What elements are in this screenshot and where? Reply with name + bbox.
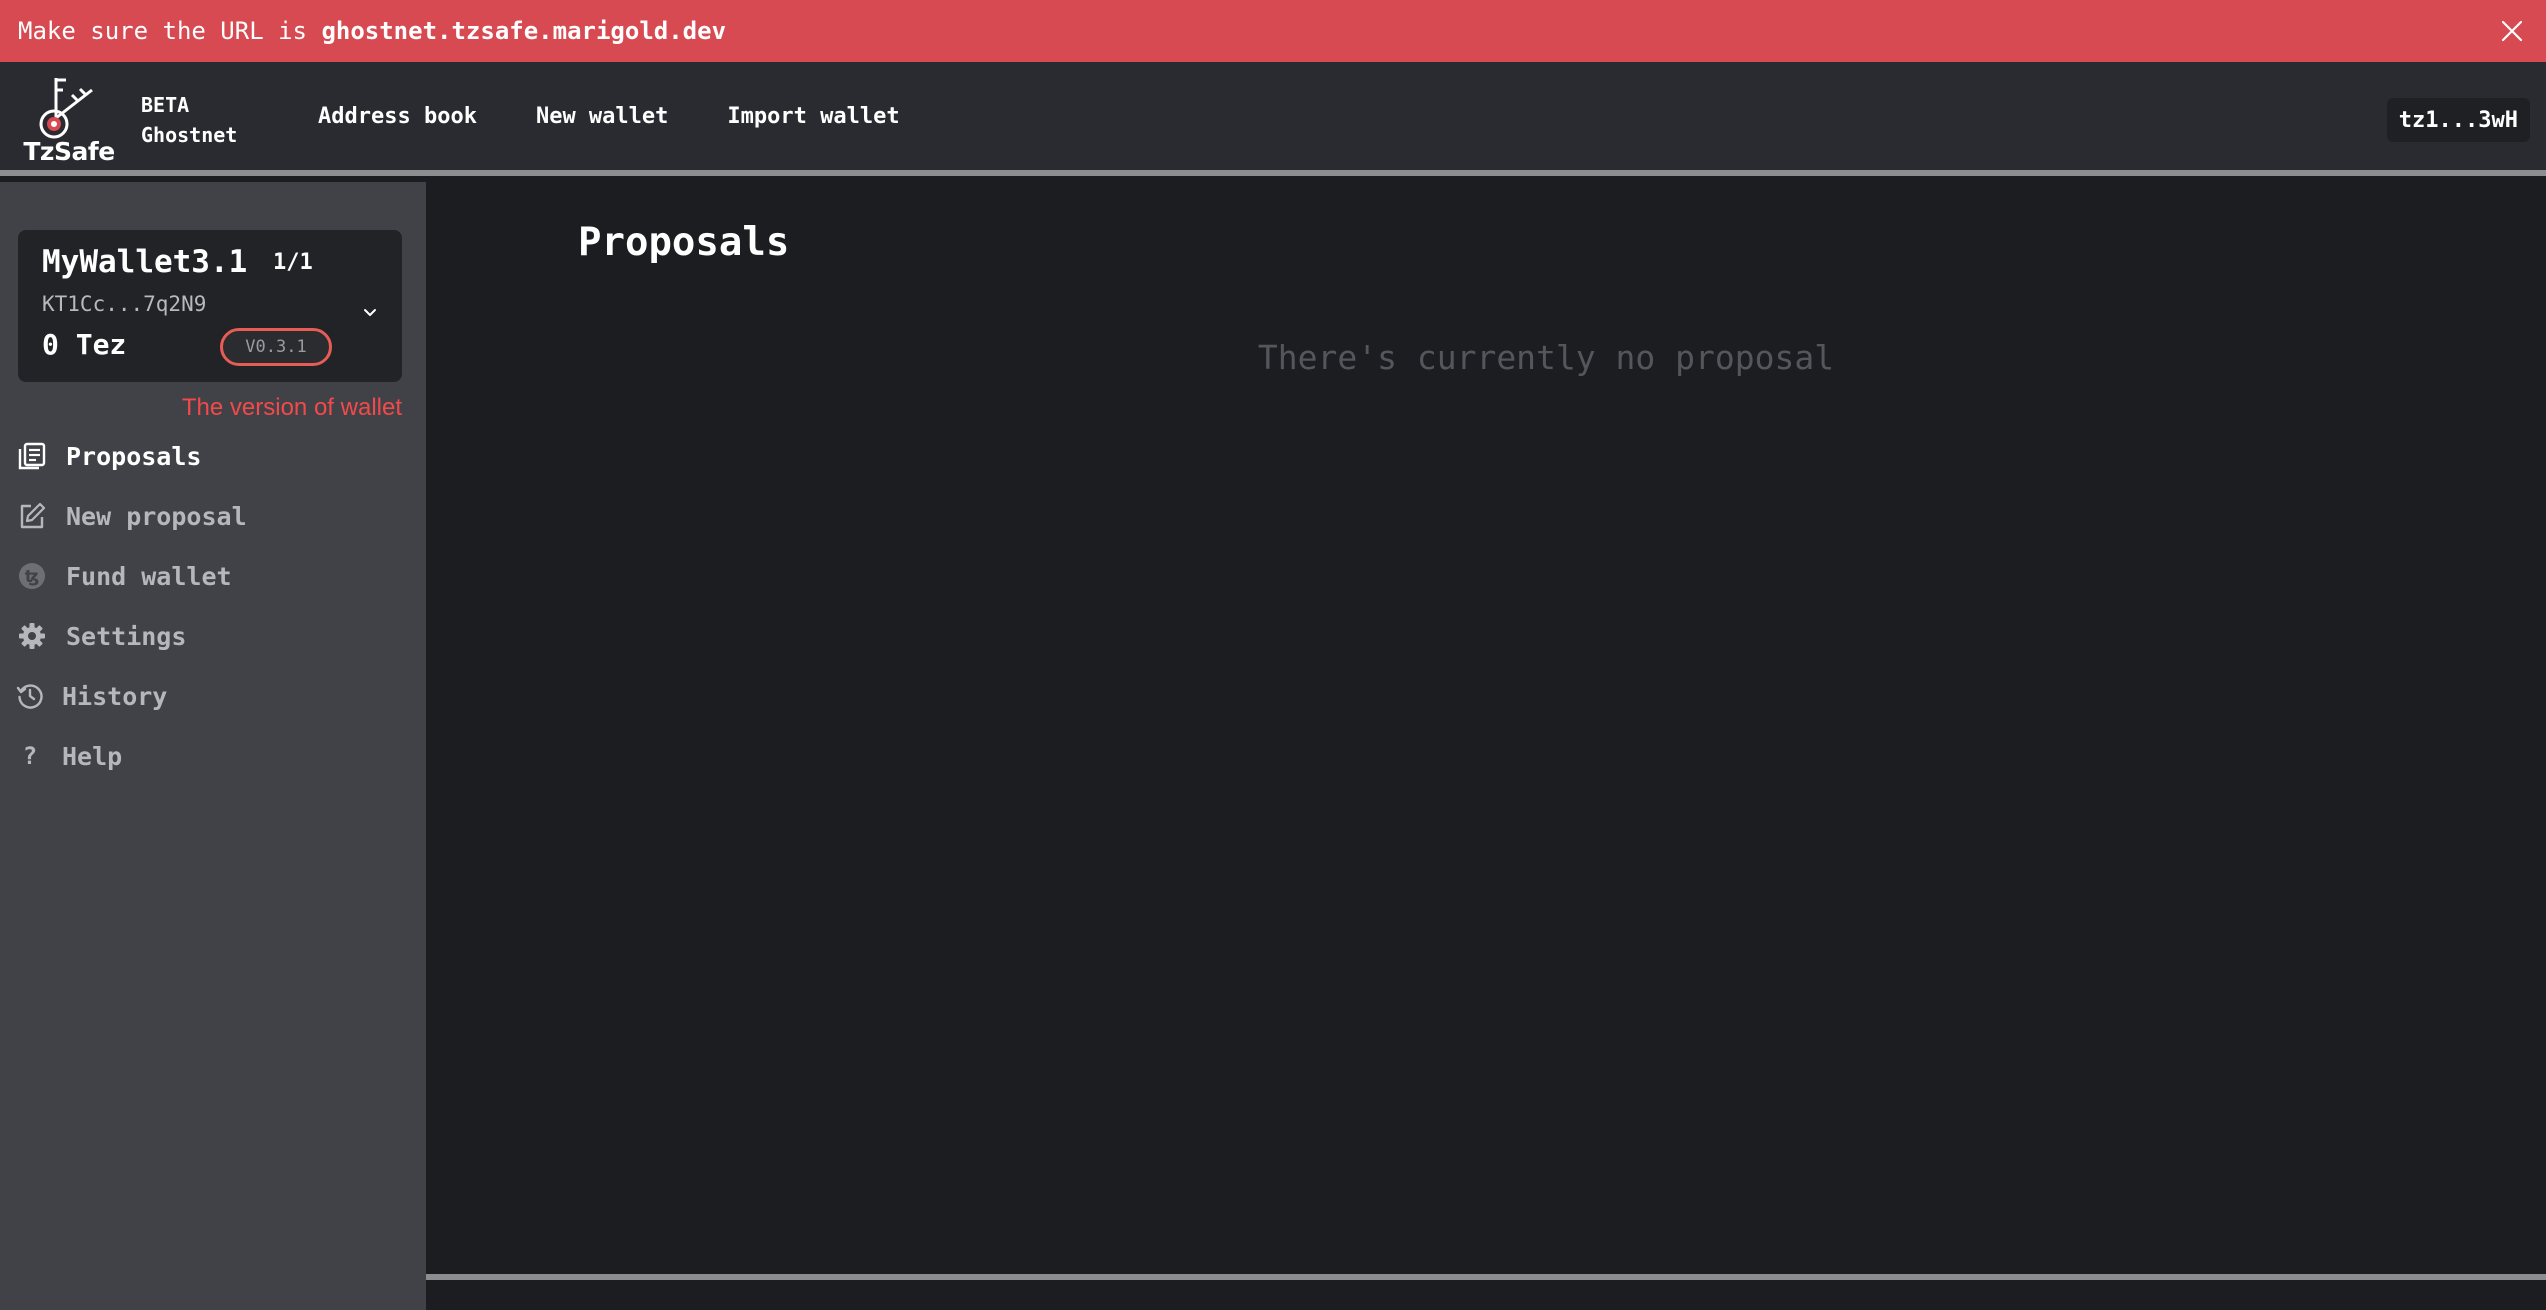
nav-address-book[interactable]: Address book [318,104,477,129]
sidebar-item-proposals[interactable]: Proposals [16,426,416,486]
banner-url: ghostnet.tzsafe.marigold.dev [321,17,727,45]
help-icon: ? [22,742,38,770]
top-header: TzSafe BETA Ghostnet Address book New wa… [0,62,2546,176]
proposals-icon [16,440,48,472]
wallet-threshold: 1/1 [273,250,313,275]
svg-text:ꜩ: ꜩ [25,567,40,587]
tzsafe-logo[interactable]: TzSafe [22,74,116,166]
banner-text: Make sure the URL is [18,17,322,45]
gear-icon [16,620,48,652]
nav-import-wallet[interactable]: Import wallet [727,104,899,129]
wallet-card[interactable]: MyWallet3.1 1/1 KT1Cc...7q2N9 0 Tez V0.3… [18,230,402,382]
main-content: Proposals There's currently no proposal [426,182,2546,1274]
sidebar-menu: Proposals New proposal ꜩ Fund wallet Set… [16,426,416,786]
nav-new-wallet[interactable]: New wallet [536,104,668,129]
sidebar-item-label: Settings [66,621,187,651]
empty-state-message: There's currently no proposal [1257,338,1835,377]
network-info: BETA Ghostnet [141,90,237,150]
network-label: Ghostnet [141,123,238,147]
chevron-down-icon[interactable] [358,300,382,324]
sidebar-item-new-proposal[interactable]: New proposal [16,486,416,546]
tez-coin-icon: ꜩ [16,560,48,592]
version-badge: V0.3.1 [220,328,332,366]
sidebar-item-label: History [62,681,168,711]
page-title: Proposals [578,220,790,265]
sidebar-item-label: Help [62,741,123,771]
edit-icon [16,500,48,532]
wallet-name: MyWallet3.1 [42,244,248,280]
wallet-address: KT1Cc...7q2N9 [42,292,207,316]
sidebar-item-fund-wallet[interactable]: ꜩ Fund wallet [16,546,416,606]
url-warning-banner: Make sure the URL is ghostnet.tzsafe.mar… [0,0,2546,62]
sidebar-item-settings[interactable]: Settings [16,606,416,666]
footer-bar [426,1274,2546,1310]
version-annotation: The version of wallet [181,394,402,421]
beta-badge: BETA [141,93,190,117]
sidebar-item-help[interactable]: ? Help [16,726,416,786]
sidebar-item-label: New proposal [66,501,247,531]
safe-dial-icon [39,78,93,139]
history-icon [16,680,44,712]
sidebar-item-history[interactable]: History [16,666,416,726]
sidebar-item-label: Proposals [66,441,202,471]
close-icon[interactable] [2494,13,2530,49]
sidebar: MyWallet3.1 1/1 KT1Cc...7q2N9 0 Tez V0.3… [0,182,426,1310]
logo-text: TzSafe [23,137,115,166]
connected-address-button[interactable]: tz1...3wH [2386,98,2530,142]
main-nav: Address book New wallet Import wallet [318,104,900,129]
sidebar-item-label: Fund wallet [66,561,232,591]
wallet-balance: 0 Tez [42,328,127,361]
